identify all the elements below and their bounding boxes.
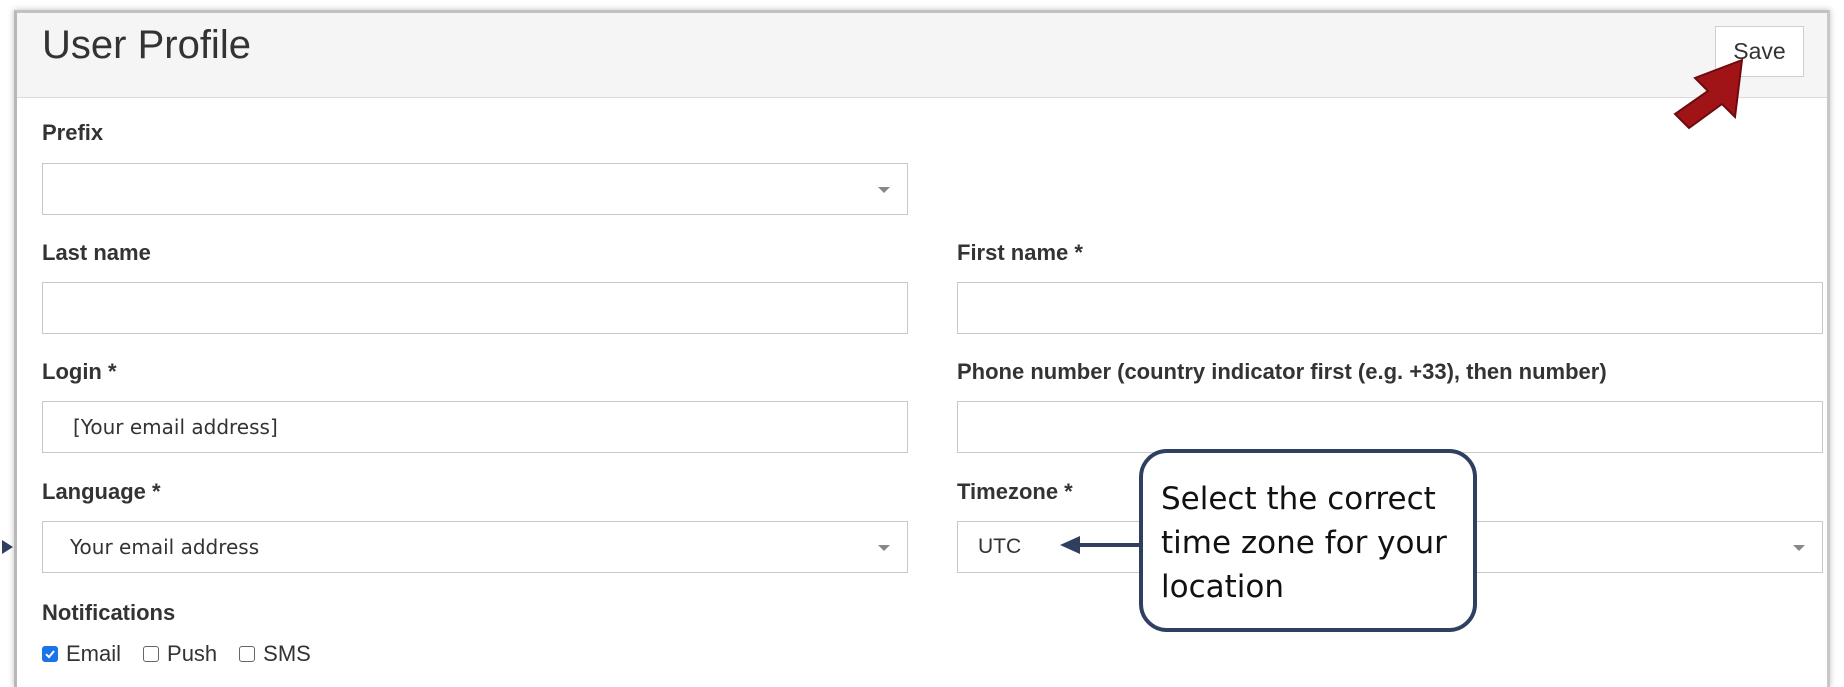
sms-checkbox[interactable] xyxy=(239,646,256,662)
notification-option-email[interactable]: Email xyxy=(42,641,121,667)
chevron-down-icon xyxy=(878,545,890,551)
chevron-down-icon xyxy=(1793,545,1805,551)
user-profile-panel: User Profile Save Prefix Last name First… xyxy=(14,10,1830,687)
language-select[interactable]: Your email address xyxy=(42,521,908,573)
edge-arrow-icon xyxy=(2,540,13,554)
notification-option-push[interactable]: Push xyxy=(143,641,217,667)
panel-header: User Profile Save xyxy=(17,13,1827,98)
timezone-label: Timezone * xyxy=(957,479,1073,504)
timezone-callout: Select the correct time zone for your lo… xyxy=(1139,449,1477,632)
notification-option-sms[interactable]: SMS xyxy=(239,641,311,667)
email-checkbox[interactable] xyxy=(42,646,58,662)
push-checkbox-label: Push xyxy=(167,641,218,666)
login-value: [Your email address] xyxy=(73,415,278,439)
notifications-options: Email Push SMS xyxy=(42,641,333,667)
prefix-label: Prefix xyxy=(42,120,104,145)
timezone-value: UTC xyxy=(978,535,1022,558)
page-title: User Profile xyxy=(42,23,251,67)
notifications-label: Notifications xyxy=(42,600,176,625)
phone-field[interactable] xyxy=(957,401,1823,453)
language-value: Your email address xyxy=(70,535,260,559)
phone-label: Phone number (country indicator first (e… xyxy=(957,359,1607,384)
last-name-field[interactable] xyxy=(42,282,908,334)
first-name-label: First name * xyxy=(957,240,1083,265)
sms-checkbox-label: SMS xyxy=(263,641,311,666)
chevron-down-icon xyxy=(878,187,890,193)
save-button[interactable]: Save xyxy=(1715,26,1804,77)
prefix-select[interactable] xyxy=(42,163,908,215)
first-name-field[interactable] xyxy=(957,282,1823,334)
push-checkbox[interactable] xyxy=(143,646,160,662)
last-name-label: Last name xyxy=(42,240,151,265)
email-checkbox-label: Email xyxy=(66,641,122,666)
checkmark-icon xyxy=(45,650,55,659)
login-label: Login * xyxy=(42,359,117,384)
login-field[interactable]: [Your email address] xyxy=(42,401,908,453)
language-label: Language * xyxy=(42,479,161,504)
